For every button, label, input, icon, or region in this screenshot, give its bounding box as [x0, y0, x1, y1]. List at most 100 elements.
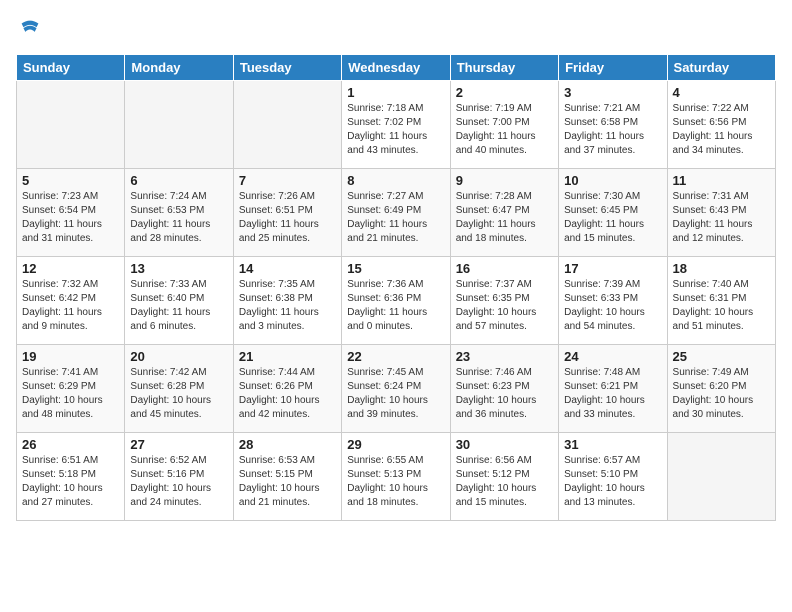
calendar-cell: 30Sunrise: 6:56 AM Sunset: 5:12 PM Dayli…: [450, 433, 558, 521]
header-day-thursday: Thursday: [450, 55, 558, 81]
day-info: Sunrise: 6:53 AM Sunset: 5:15 PM Dayligh…: [239, 454, 336, 510]
day-number: 2: [456, 85, 553, 100]
calendar-body: 1Sunrise: 7:18 AM Sunset: 7:02 PM Daylig…: [17, 81, 776, 521]
day-info: Sunrise: 7:23 AM Sunset: 6:54 PM Dayligh…: [22, 190, 119, 246]
day-info: Sunrise: 7:45 AM Sunset: 6:24 PM Dayligh…: [347, 366, 444, 422]
day-number: 9: [456, 173, 553, 188]
day-info: Sunrise: 7:42 AM Sunset: 6:28 PM Dayligh…: [130, 366, 227, 422]
day-info: Sunrise: 7:46 AM Sunset: 6:23 PM Dayligh…: [456, 366, 553, 422]
day-info: Sunrise: 6:55 AM Sunset: 5:13 PM Dayligh…: [347, 454, 444, 510]
day-info: Sunrise: 7:32 AM Sunset: 6:42 PM Dayligh…: [22, 278, 119, 334]
calendar-cell: 21 Sunrise: 7:44 AM Sunset: 6:26 PM Dayli…: [233, 345, 341, 433]
header-day-wednesday: Wednesday: [342, 55, 450, 81]
day-number: 15: [347, 261, 444, 276]
day-number: 19: [22, 349, 119, 364]
day-number: 7: [239, 173, 336, 188]
calendar-cell: 18 Sunrise: 7:40 AM Sunset: 6:31 PM Dayli…: [667, 257, 775, 345]
day-info: Sunrise: 7:40 AM Sunset: 6:31 PM Dayligh…: [673, 278, 770, 334]
day-number: 17: [564, 261, 661, 276]
day-info: Sunrise: 7:44 AM Sunset: 6:26 PM Dayligh…: [239, 366, 336, 422]
calendar-cell: 7 Sunrise: 7:26 AM Sunset: 6:51 PM Daylig…: [233, 169, 341, 257]
calendar-cell: 27Sunrise: 6:52 AM Sunset: 5:16 PM Dayli…: [125, 433, 233, 521]
calendar-cell: 5 Sunrise: 7:23 AM Sunset: 6:54 PM Daylig…: [17, 169, 125, 257]
day-number: 5: [22, 173, 119, 188]
day-info: Sunrise: 7:24 AM Sunset: 6:53 PM Dayligh…: [130, 190, 227, 246]
day-number: 11: [673, 173, 770, 188]
day-number: 26: [22, 437, 119, 452]
week-row: 5 Sunrise: 7:23 AM Sunset: 6:54 PM Daylig…: [17, 169, 776, 257]
calendar-cell: 11 Sunrise: 7:31 AM Sunset: 6:43 PM Dayli…: [667, 169, 775, 257]
day-number: 21: [239, 349, 336, 364]
calendar-cell: 9 Sunrise: 7:28 AM Sunset: 6:47 PM Daylig…: [450, 169, 558, 257]
day-info: Sunrise: 7:30 AM Sunset: 6:45 PM Dayligh…: [564, 190, 661, 246]
calendar-cell: 13Sunrise: 7:33 AM Sunset: 6:40 PM Dayli…: [125, 257, 233, 345]
week-row: 12Sunrise: 7:32 AM Sunset: 6:42 PM Dayli…: [17, 257, 776, 345]
day-number: 24: [564, 349, 661, 364]
day-number: 4: [673, 85, 770, 100]
day-info: Sunrise: 7:19 AM Sunset: 7:00 PM Dayligh…: [456, 102, 553, 158]
header-day-tuesday: Tuesday: [233, 55, 341, 81]
calendar-cell: 20Sunrise: 7:42 AM Sunset: 6:28 PM Dayli…: [125, 345, 233, 433]
calendar-cell: 24 Sunrise: 7:48 AM Sunset: 6:21 PM Dayli…: [559, 345, 667, 433]
day-number: 31: [564, 437, 661, 452]
calendar-cell: 8Sunrise: 7:27 AM Sunset: 6:49 PM Daylig…: [342, 169, 450, 257]
calendar-cell: 17 Sunrise: 7:39 AM Sunset: 6:33 PM Dayli…: [559, 257, 667, 345]
calendar-cell: 15 Sunrise: 7:36 AM Sunset: 6:36 PM Dayli…: [342, 257, 450, 345]
day-info: Sunrise: 7:49 AM Sunset: 6:20 PM Dayligh…: [673, 366, 770, 422]
calendar-cell: 22 Sunrise: 7:45 AM Sunset: 6:24 PM Dayli…: [342, 345, 450, 433]
day-info: Sunrise: 7:37 AM Sunset: 6:35 PM Dayligh…: [456, 278, 553, 334]
calendar-cell: 29Sunrise: 6:55 AM Sunset: 5:13 PM Dayli…: [342, 433, 450, 521]
calendar-cell: 28 Sunrise: 6:53 AM Sunset: 5:15 PM Dayli…: [233, 433, 341, 521]
calendar-cell: [667, 433, 775, 521]
day-number: 10: [564, 173, 661, 188]
calendar-cell: 6Sunrise: 7:24 AM Sunset: 6:53 PM Daylig…: [125, 169, 233, 257]
calendar-header: SundayMondayTuesdayWednesdayThursdayFrid…: [17, 55, 776, 81]
day-info: Sunrise: 7:18 AM Sunset: 7:02 PM Dayligh…: [347, 102, 444, 158]
day-number: 23: [456, 349, 553, 364]
day-info: Sunrise: 7:21 AM Sunset: 6:58 PM Dayligh…: [564, 102, 661, 158]
calendar-cell: 2 Sunrise: 7:19 AM Sunset: 7:00 PM Daylig…: [450, 81, 558, 169]
day-info: Sunrise: 7:27 AM Sunset: 6:49 PM Dayligh…: [347, 190, 444, 246]
day-info: Sunrise: 6:57 AM Sunset: 5:10 PM Dayligh…: [564, 454, 661, 510]
day-number: 30: [456, 437, 553, 452]
calendar-cell: 1Sunrise: 7:18 AM Sunset: 7:02 PM Daylig…: [342, 81, 450, 169]
day-info: Sunrise: 7:39 AM Sunset: 6:33 PM Dayligh…: [564, 278, 661, 334]
day-info: Sunrise: 7:28 AM Sunset: 6:47 PM Dayligh…: [456, 190, 553, 246]
day-number: 13: [130, 261, 227, 276]
day-info: Sunrise: 7:26 AM Sunset: 6:51 PM Dayligh…: [239, 190, 336, 246]
day-info: Sunrise: 7:36 AM Sunset: 6:36 PM Dayligh…: [347, 278, 444, 334]
calendar-cell: 3 Sunrise: 7:21 AM Sunset: 6:58 PM Daylig…: [559, 81, 667, 169]
logo-icon: [16, 16, 44, 44]
day-number: 22: [347, 349, 444, 364]
day-info: Sunrise: 7:41 AM Sunset: 6:29 PM Dayligh…: [22, 366, 119, 422]
calendar-cell: 31 Sunrise: 6:57 AM Sunset: 5:10 PM Dayli…: [559, 433, 667, 521]
calendar-cell: 14Sunrise: 7:35 AM Sunset: 6:38 PM Dayli…: [233, 257, 341, 345]
week-row: 26Sunrise: 6:51 AM Sunset: 5:18 PM Dayli…: [17, 433, 776, 521]
week-row: 1Sunrise: 7:18 AM Sunset: 7:02 PM Daylig…: [17, 81, 776, 169]
page-header: [16, 16, 776, 44]
header-day-saturday: Saturday: [667, 55, 775, 81]
header-row: SundayMondayTuesdayWednesdayThursdayFrid…: [17, 55, 776, 81]
calendar-cell: 19 Sunrise: 7:41 AM Sunset: 6:29 PM Dayli…: [17, 345, 125, 433]
week-row: 19 Sunrise: 7:41 AM Sunset: 6:29 PM Dayli…: [17, 345, 776, 433]
header-day-monday: Monday: [125, 55, 233, 81]
day-number: 25: [673, 349, 770, 364]
calendar-cell: [17, 81, 125, 169]
day-info: Sunrise: 7:48 AM Sunset: 6:21 PM Dayligh…: [564, 366, 661, 422]
logo: [16, 16, 48, 44]
day-number: 18: [673, 261, 770, 276]
header-day-friday: Friday: [559, 55, 667, 81]
calendar-cell: 26Sunrise: 6:51 AM Sunset: 5:18 PM Dayli…: [17, 433, 125, 521]
calendar-cell: 12Sunrise: 7:32 AM Sunset: 6:42 PM Dayli…: [17, 257, 125, 345]
calendar-cell: 16Sunrise: 7:37 AM Sunset: 6:35 PM Dayli…: [450, 257, 558, 345]
day-info: Sunrise: 7:31 AM Sunset: 6:43 PM Dayligh…: [673, 190, 770, 246]
calendar-cell: 4 Sunrise: 7:22 AM Sunset: 6:56 PM Daylig…: [667, 81, 775, 169]
day-info: Sunrise: 6:52 AM Sunset: 5:16 PM Dayligh…: [130, 454, 227, 510]
day-info: Sunrise: 7:22 AM Sunset: 6:56 PM Dayligh…: [673, 102, 770, 158]
header-day-sunday: Sunday: [17, 55, 125, 81]
day-number: 3: [564, 85, 661, 100]
calendar-cell: [125, 81, 233, 169]
calendar-cell: 25 Sunrise: 7:49 AM Sunset: 6:20 PM Dayli…: [667, 345, 775, 433]
calendar-cell: 10 Sunrise: 7:30 AM Sunset: 6:45 PM Dayli…: [559, 169, 667, 257]
day-number: 28: [239, 437, 336, 452]
